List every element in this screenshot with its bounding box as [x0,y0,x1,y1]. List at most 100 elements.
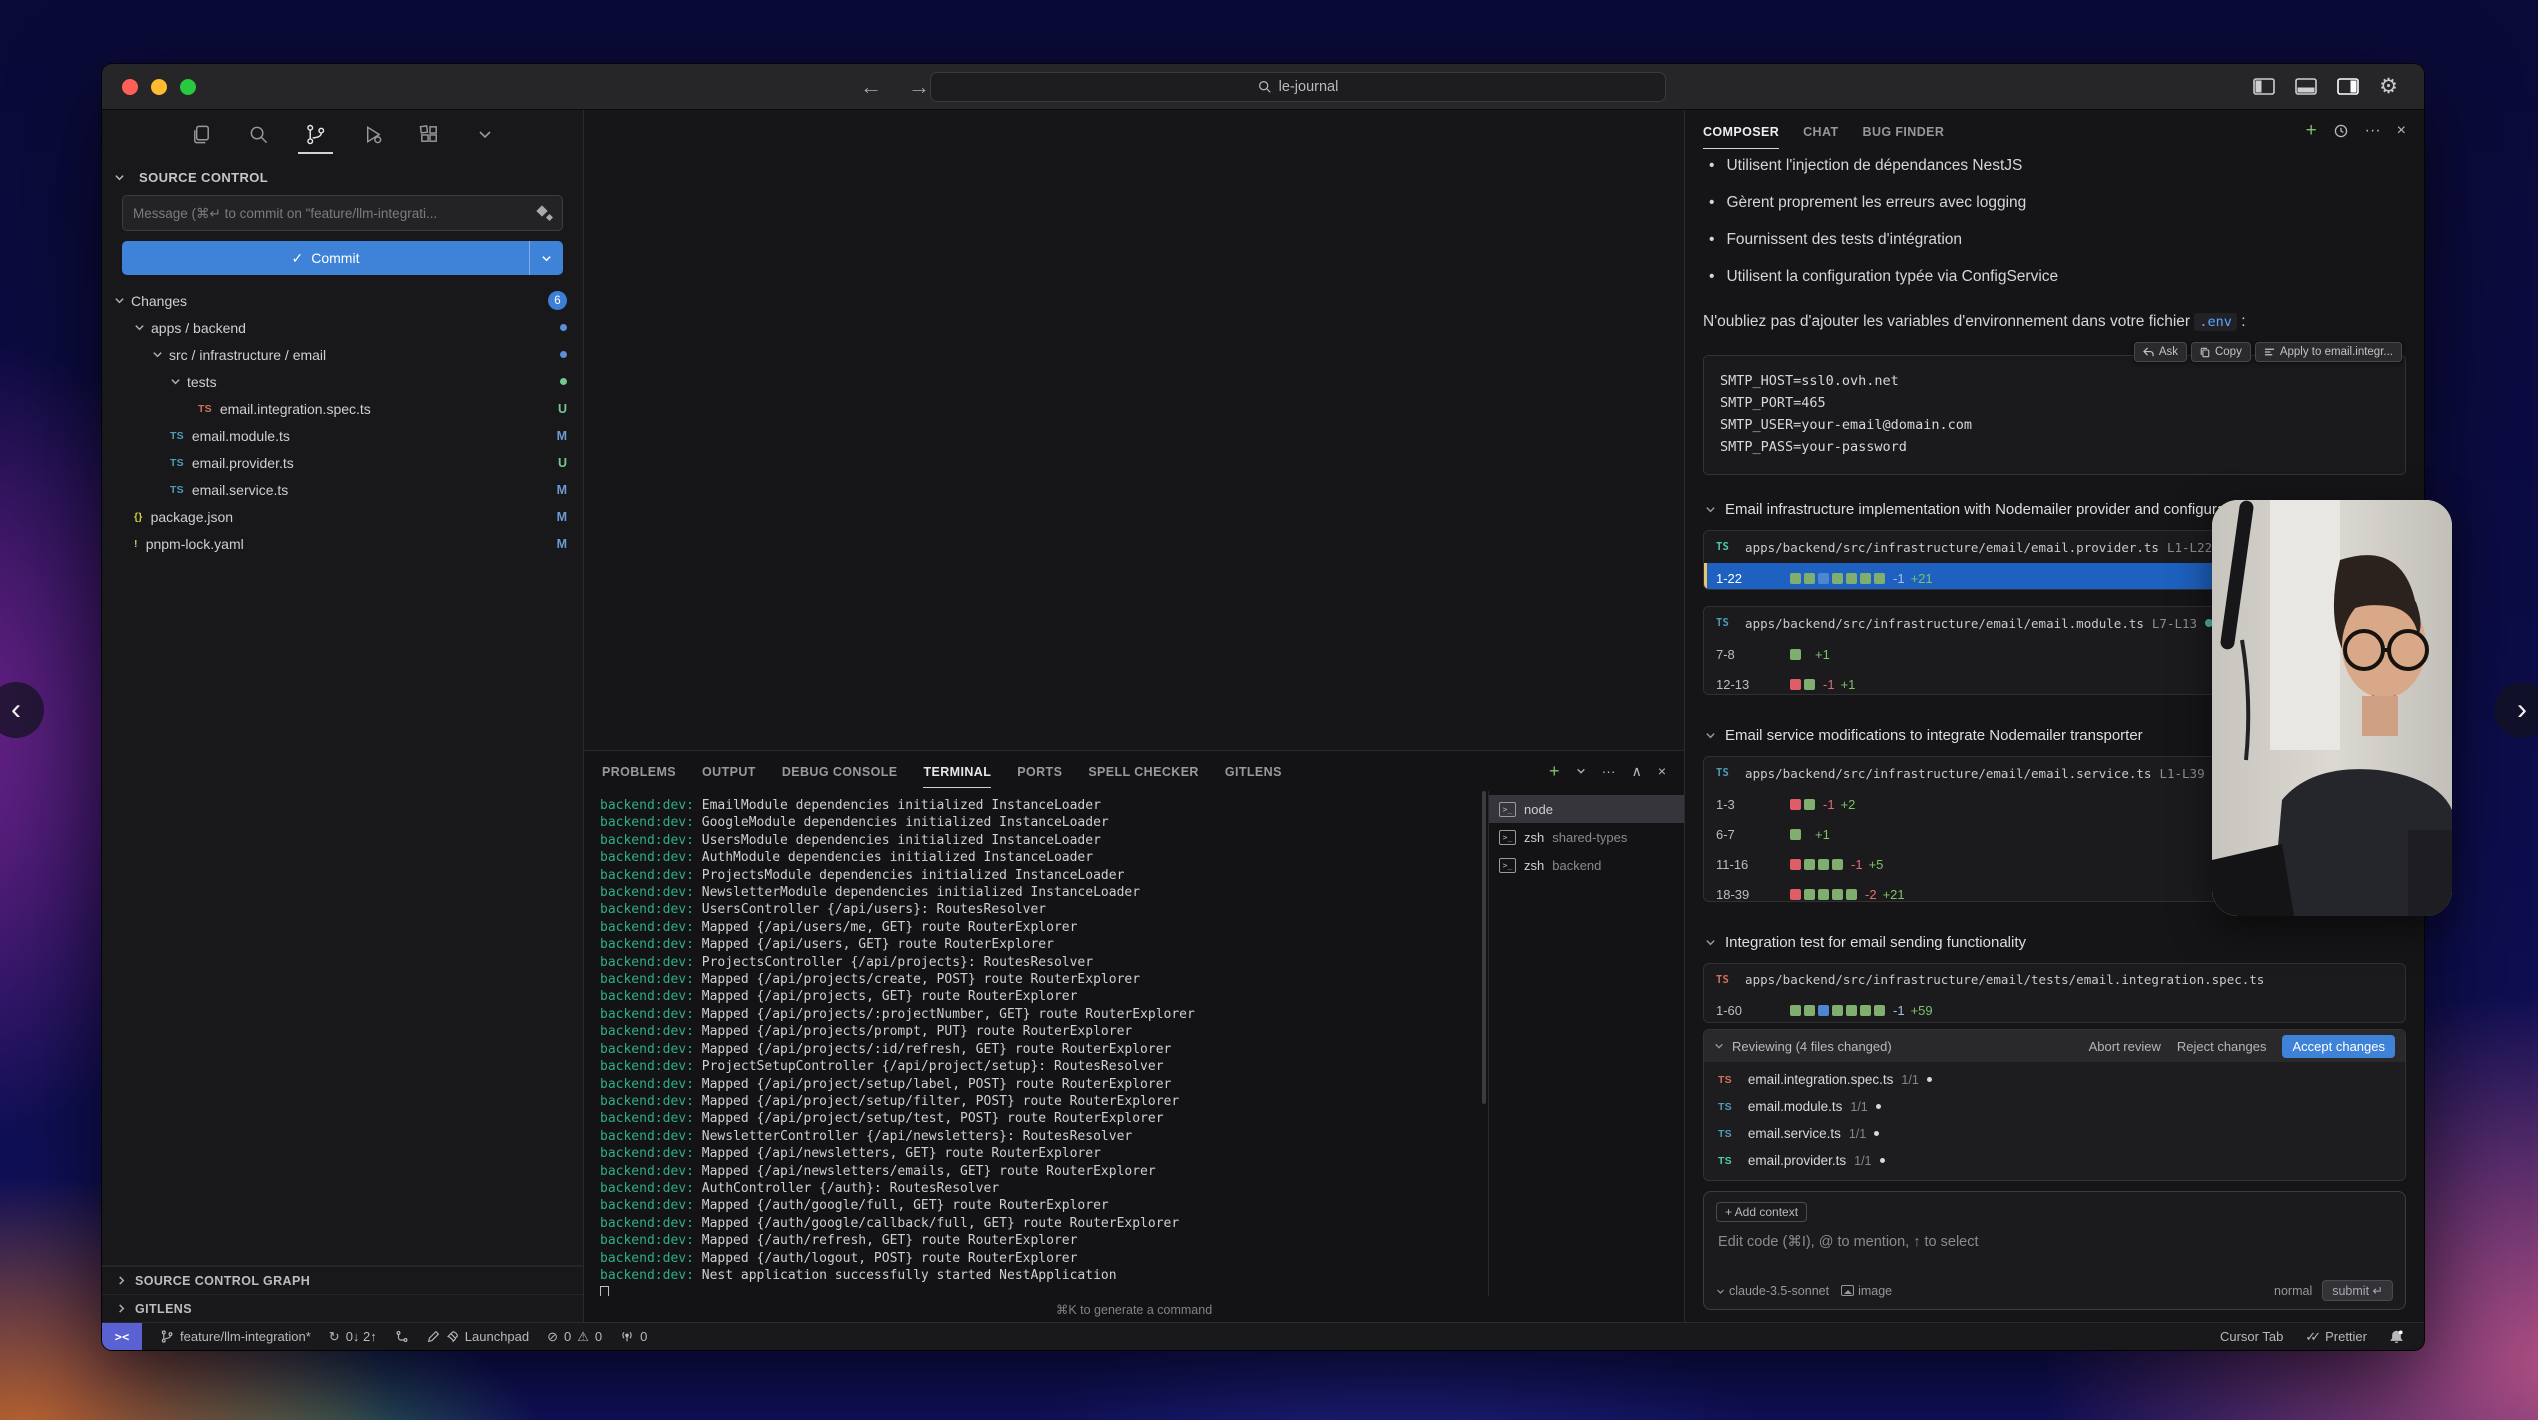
section-header-test[interactable]: Integration test for email sending funct… [1705,934,2406,951]
mode-label[interactable]: normal [2274,1284,2312,1298]
review-file-row[interactable]: TS email.integration.spec.ts 1/1 [1704,1066,2405,1093]
apply-button[interactable]: Apply to email.integr... [2255,342,2402,362]
terminal-scrollbar[interactable] [1482,791,1486,1104]
history-icon[interactable] [2333,123,2349,139]
remote-indicator[interactable]: >< [102,1323,142,1350]
reply-arrow-icon [2143,347,2154,357]
prettier-item[interactable]: ✓✓ Prettier [2305,1329,2367,1345]
panel-tab[interactable]: PORTS [1017,755,1062,788]
close-window-button[interactable] [122,79,138,95]
new-terminal-button[interactable]: + [1549,761,1560,782]
chevron-down-icon[interactable] [114,172,125,183]
attach-image-button[interactable]: image [1841,1284,1892,1298]
minimize-window-button[interactable] [151,79,167,95]
composer-tab[interactable]: COMPOSER [1703,113,1779,149]
review-file-row[interactable]: TS email.module.ts 1/1 [1704,1093,2405,1120]
collapsed-section[interactable]: GITLENS [102,1294,583,1322]
tree-row[interactable]: TS email.integration.spec.ts U [102,395,583,422]
copy-button[interactable]: Copy [2191,342,2251,362]
run-debug-icon[interactable] [359,119,386,154]
panel-tab[interactable]: PROBLEMS [602,755,676,788]
notifications-bell-icon[interactable] [2389,1329,2404,1345]
diff-file-header[interactable]: TS apps/backend/src/infrastructure/email… [1704,964,2405,996]
toggle-left-sidebar-icon[interactable] [2253,78,2275,95]
env-file-chip[interactable]: .env [2194,313,2237,331]
tree-row[interactable]: tests [102,368,583,395]
more-views-chevron-icon[interactable] [473,120,497,152]
gitlens-compare-item[interactable] [395,1329,409,1344]
reject-changes-button[interactable]: Reject changes [2177,1039,2267,1054]
git-branch-item[interactable]: feature/llm-integration* [160,1329,311,1344]
tree-row[interactable]: TS email.module.ts M [102,422,583,449]
zoom-window-button[interactable] [180,79,196,95]
command-center-search[interactable]: le-journal [930,72,1666,102]
tree-row[interactable]: ! pnpm-lock.yaml M [102,530,583,557]
chevron-down-icon[interactable] [1714,1041,1724,1051]
tree-row[interactable]: src / infrastructure / email [102,341,583,368]
abort-review-button[interactable]: Abort review [2089,1039,2161,1054]
terminal-profile-chevron-icon[interactable] [1576,766,1586,776]
ask-button[interactable]: Ask [2134,342,2187,362]
explorer-icon[interactable] [188,119,215,154]
history-forward-icon[interactable]: → [908,74,930,100]
panel-tab[interactable]: OUTPUT [702,755,756,788]
panel-tab[interactable]: DEBUG CONSOLE [782,755,898,788]
review-file-row[interactable]: TS email.provider.ts 1/1 [1704,1147,2405,1174]
new-chat-button[interactable]: + [2306,120,2317,142]
ports-item[interactable]: 0 [620,1329,647,1344]
assistant-bullet-list: •Utilisent l'injection de dépendances Ne… [1703,156,2406,305]
tree-row[interactable]: Changes 6 [102,287,583,314]
next-slide-button[interactable]: › [2494,682,2538,738]
composer-tab[interactable]: CHAT [1803,113,1838,149]
search-text: le-journal [1279,79,1339,95]
close-composer-icon[interactable]: × [2397,122,2406,140]
apply-icon [2264,347,2275,357]
collapsed-section[interactable]: SOURCE CONTROL GRAPH [102,1266,583,1294]
composer-tab[interactable]: BUG FINDER [1863,113,1945,149]
git-status-badge: M [557,537,567,551]
submit-button[interactable]: submit ↵ [2322,1280,2393,1301]
cursor-tab-item[interactable]: Cursor Tab [2220,1329,2283,1344]
tree-row[interactable]: {} package.json M [102,503,583,530]
composer-input-placeholder[interactable]: Edit code (⌘I), @ to mention, ↑ to selec… [1718,1234,2393,1250]
terminal-output[interactable]: backend:dev: EmailModule dependencies in… [584,791,1488,1296]
tree-row[interactable]: TS email.service.ts M [102,476,583,503]
terminal-session[interactable]: >_ zsh shared-types [1489,823,1684,851]
search-panel-icon[interactable] [245,119,272,154]
panel-tab[interactable]: SPELL CHECKER [1088,755,1199,788]
terminal-line: backend:dev: UsersModule dependencies in… [600,832,1488,849]
commit-dropdown-button[interactable] [529,241,563,275]
diff-hunk-row[interactable]: 1-60 -1 +59 [1704,996,2405,1023]
panel-more-actions-icon[interactable]: ··· [1602,763,1616,779]
problems-item[interactable]: ⊘ 0 ⚠ 0 [547,1329,602,1345]
review-file-row[interactable]: TS email.service.ts 1/1 [1704,1120,2405,1147]
add-context-button[interactable]: + Add context [1716,1202,1807,1222]
panel-tab[interactable]: TERMINAL [923,755,991,788]
env-code-block[interactable]: SMTP_HOST=ssl0.ovh.netSMTP_PORT=465SMTP_… [1703,355,2406,475]
settings-gear-icon[interactable]: ⚙ [2379,76,2398,97]
launchpad-item[interactable]: Launchpad [427,1329,529,1344]
composer-input-box[interactable]: + Add context Edit code (⌘I), @ to menti… [1703,1191,2406,1310]
tree-row[interactable]: apps / backend [102,314,583,341]
model-selector[interactable]: claude-3.5-sonnet [1716,1284,1829,1298]
maximize-panel-icon[interactable]: ∧ [1632,763,1642,780]
toggle-right-sidebar-icon[interactable] [2337,78,2359,95]
terminal-session[interactable]: >_ zsh backend [1489,851,1684,879]
diff-line-range: L1-L22 [2167,540,2212,555]
commit-button[interactable]: ✓ Commit [122,241,563,275]
generate-commit-message-icon[interactable] [538,206,552,220]
extensions-icon[interactable] [416,119,443,154]
commit-message-input[interactable] [133,206,538,221]
close-panel-icon[interactable]: × [1658,763,1666,779]
accept-changes-button[interactable]: Accept changes [2282,1035,2395,1058]
prev-slide-button[interactable]: ‹ [0,682,44,738]
more-actions-icon[interactable]: ··· [2365,122,2381,140]
source-control-icon[interactable] [302,119,329,154]
git-sync-item[interactable]: ↻ 0↓ 2↑ [329,1329,377,1345]
terminal-session[interactable]: >_ node [1489,795,1684,823]
panel-tab[interactable]: GITLENS [1225,755,1282,788]
tree-row[interactable]: TS email.provider.ts U [102,449,583,476]
editor-area[interactable] [584,110,1684,750]
toggle-panel-icon[interactable] [2295,78,2317,95]
history-back-icon[interactable]: ← [860,74,882,100]
